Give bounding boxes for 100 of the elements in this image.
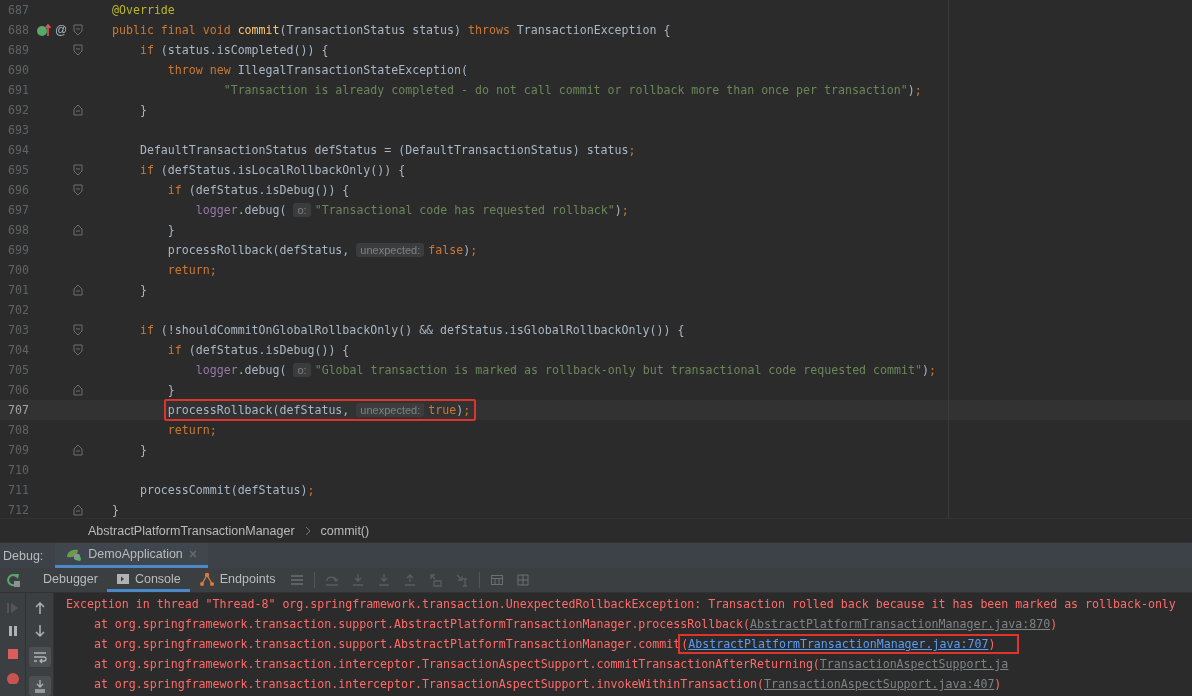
line-number: 708 xyxy=(7,423,30,437)
fold-icon xyxy=(73,164,83,176)
rerun-icon[interactable] xyxy=(5,572,21,588)
line-number: 705 xyxy=(7,363,30,377)
line-number: 699 xyxy=(7,243,30,257)
console-icon xyxy=(115,571,130,586)
code-line: processCommit(defStatus); xyxy=(138,483,315,497)
step-into-icon[interactable] xyxy=(377,573,392,587)
code-line: if (status.isCompleted()) { xyxy=(138,43,329,57)
code-line: if (defStatus.isDebug()) { xyxy=(166,343,350,357)
console-text: at org.springframework.transaction.interceptor.TransactionAspectSupport.commitTransactionAfterReturning( xyxy=(92,657,820,671)
line-number: 712 xyxy=(7,503,30,517)
code-fragment: processRollback(defStatus, xyxy=(167,403,351,417)
fold-icon xyxy=(73,504,83,516)
stack-trace-link[interactable]: TransactionAspectSupport.java:407 xyxy=(764,677,995,691)
code-line: } xyxy=(166,383,175,397)
line-number: 702 xyxy=(7,303,30,317)
line-number: 687 xyxy=(7,3,30,17)
code-fragment: true); xyxy=(428,403,471,417)
code-fragment: false); xyxy=(428,243,478,257)
tool-tab[interactable]: Console xyxy=(106,568,190,592)
console-text: ) xyxy=(1050,617,1058,631)
parameter-hint: o: xyxy=(293,363,311,377)
console-text: Exception in thread "Thread-8" org.springframework.transaction.UnexpectedRollbackException: Transaction rolled back because it has been marked as rollback-only xyxy=(66,597,1176,611)
line-number: 709 xyxy=(7,443,30,457)
breadcrumb[interactable]: commit() xyxy=(320,523,370,538)
gutter-mark: @ xyxy=(55,23,68,37)
panel-title: Debug: xyxy=(2,548,45,563)
line-number: 697 xyxy=(7,203,30,217)
stack-trace-link[interactable]: TransactionAspectSupport.ja xyxy=(819,657,1009,671)
code-fragment: processRollback(defStatus, xyxy=(166,243,351,257)
fold-icon xyxy=(73,384,83,396)
code-line: "Transaction is already completed - do not call commit or rollback more than once per transaction"); xyxy=(222,83,922,97)
console-text: ) xyxy=(994,677,1002,691)
line-number: 694 xyxy=(7,143,30,157)
code-fragment: "Transactional code has requested rollback"); xyxy=(314,203,629,217)
scroll-to-end-icon xyxy=(32,679,47,693)
table-icon[interactable] xyxy=(490,573,505,587)
breakpoint-icon[interactable] xyxy=(5,670,20,684)
line-number: 703 xyxy=(7,323,30,337)
line-number: 695 xyxy=(7,163,30,177)
down-arrow-icon[interactable] xyxy=(32,624,47,638)
code-line: throw new IllegalTransactionStateException( xyxy=(166,63,468,77)
code-line: DefaultTransactionStatus defStatus = (DefaultTransactionStatus) status; xyxy=(138,143,636,157)
step-out-icon[interactable] xyxy=(403,573,418,587)
grid-icon[interactable] xyxy=(516,573,531,587)
code-line: } xyxy=(112,503,119,517)
line-number: 688 xyxy=(7,23,30,37)
fold-icon xyxy=(73,444,83,456)
chevron-icon xyxy=(304,525,311,536)
soft-wrap-button[interactable] xyxy=(28,647,51,667)
step-into-icon[interactable] xyxy=(351,573,366,587)
parameter-hint: unexpected: xyxy=(356,243,425,257)
line-number: 710 xyxy=(7,463,30,477)
line-number: 691 xyxy=(7,83,30,97)
fold-icon xyxy=(73,344,83,356)
code-line: return; xyxy=(166,423,217,437)
code-fragment: logger.debug( xyxy=(194,363,288,377)
code-line: } xyxy=(138,103,147,117)
fold-icon xyxy=(73,224,83,236)
fold-icon xyxy=(73,324,83,336)
code-line: if (!shouldCommitOnGlobalRollbackOnly() && defStatus.isGlobalRollbackOnly()) { xyxy=(138,323,685,337)
stack-trace-link[interactable]: AbstractPlatformTransactionManager.java:870 xyxy=(750,617,1051,631)
line-number: 689 xyxy=(7,43,30,57)
tool-tab[interactable]: Debugger xyxy=(34,568,107,592)
run-tab[interactable]: DemoApplication xyxy=(55,543,208,568)
line-number: 690 xyxy=(7,63,30,77)
close-icon[interactable] xyxy=(187,549,198,559)
resume-icon[interactable] xyxy=(5,601,20,615)
line-number: 693 xyxy=(7,123,30,137)
console-text: at org.springframework.transaction.support.AbstractPlatformTransactionManager.commit xyxy=(92,637,681,651)
fold-icon xyxy=(73,184,83,196)
console-text: ) xyxy=(988,637,996,651)
app-icon xyxy=(65,547,84,561)
menu-icon[interactable] xyxy=(290,573,305,587)
line-number: 696 xyxy=(7,183,30,197)
line-number: 707 xyxy=(7,403,30,417)
run-to-cursor-icon[interactable] xyxy=(455,573,470,587)
line-number: 706 xyxy=(7,383,30,397)
line-number: 692 xyxy=(7,103,30,117)
code-line: return; xyxy=(166,263,217,277)
code-line: } xyxy=(166,223,175,237)
code-line: if (defStatus.isDebug()) { xyxy=(166,183,350,197)
drop-frame-icon[interactable] xyxy=(429,573,444,587)
wrap-icon xyxy=(32,650,47,664)
line-number: 700 xyxy=(7,263,30,277)
parameter-hint: o: xyxy=(293,203,311,217)
code-line: public final void commit(TransactionStatus status) throws TransactionException { xyxy=(112,23,671,37)
console-text: ( xyxy=(681,637,689,651)
line-number: 698 xyxy=(7,223,30,237)
code-fragment: "Global transaction is marked as rollback-only but transactional code requested commit"); xyxy=(314,363,936,377)
parameter-hint: unexpected: xyxy=(356,403,425,417)
code-line: } xyxy=(138,283,147,297)
console-text: at org.springframework.transaction.support.AbstractPlatformTransactionManager.processRollback( xyxy=(92,617,751,631)
scroll-to-end-button[interactable] xyxy=(28,676,51,696)
endpoints-icon xyxy=(198,571,215,586)
stack-trace-link[interactable]: AbstractPlatformTransactionManager.java:707 xyxy=(688,637,989,651)
breadcrumb[interactable]: AbstractPlatformTransactionManager xyxy=(88,523,295,538)
tool-tab[interactable]: Endpoints xyxy=(189,568,285,592)
stop-icon[interactable] xyxy=(5,647,20,661)
